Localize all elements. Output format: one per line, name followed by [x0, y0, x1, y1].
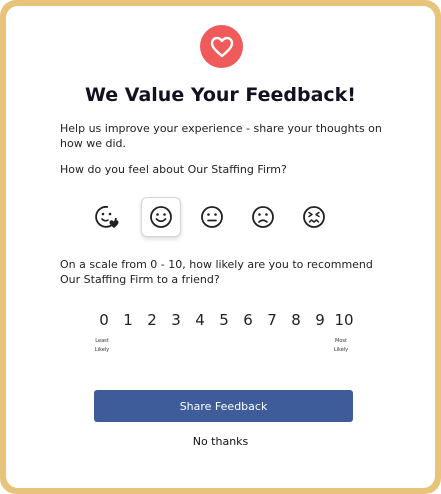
smile-face-icon	[150, 206, 172, 228]
scale-option-9[interactable]: 9	[308, 311, 332, 329]
question-feel: How do you feel about Our Staffing Firm?	[60, 163, 287, 176]
scale-option-0[interactable]: 0	[92, 311, 116, 329]
heart-badge	[200, 25, 243, 68]
no-thanks-link[interactable]: No thanks	[6, 435, 435, 448]
modal-title: We Value Your Feedback!	[85, 84, 356, 106]
scale-option-1[interactable]: 1	[116, 311, 140, 329]
feedback-modal: We Value Your Feedback! Help us improve …	[6, 6, 435, 488]
neutral-face-icon	[201, 206, 223, 228]
scale-option-2[interactable]: 2	[140, 311, 164, 329]
feedback-modal-frame: We Value Your Feedback! Help us improve …	[0, 0, 441, 494]
scale-option-7[interactable]: 7	[260, 311, 284, 329]
love-face-icon	[95, 205, 119, 228]
sad-face-icon	[252, 206, 274, 228]
share-feedback-button[interactable]: Share Feedback	[94, 390, 353, 422]
question-recommend: On a scale from 0 - 10, how likely are y…	[60, 258, 373, 286]
neutral-face-button[interactable]	[195, 200, 229, 234]
sad-face-button[interactable]	[246, 200, 280, 234]
love-face-button[interactable]	[90, 200, 124, 234]
intro-text: Help us improve your experience - share …	[60, 122, 382, 150]
smile-face-button[interactable]	[141, 197, 181, 237]
scale-low-label: Least Likely	[94, 338, 110, 353]
scale-option-10[interactable]: 10	[332, 311, 356, 329]
heart-icon	[210, 36, 233, 57]
nps-scale: 0 1 2 3 4 5 6 7 8 9 10	[92, 310, 356, 330]
scale-option-4[interactable]: 4	[188, 311, 212, 329]
angry-face-button[interactable]	[297, 200, 331, 234]
scale-high-label: Most Likely	[333, 338, 349, 353]
scale-option-8[interactable]: 8	[284, 311, 308, 329]
angry-face-icon	[303, 206, 325, 228]
scale-option-5[interactable]: 5	[212, 311, 236, 329]
scale-option-6[interactable]: 6	[236, 311, 260, 329]
scale-option-3[interactable]: 3	[164, 311, 188, 329]
face-rating	[90, 197, 331, 237]
